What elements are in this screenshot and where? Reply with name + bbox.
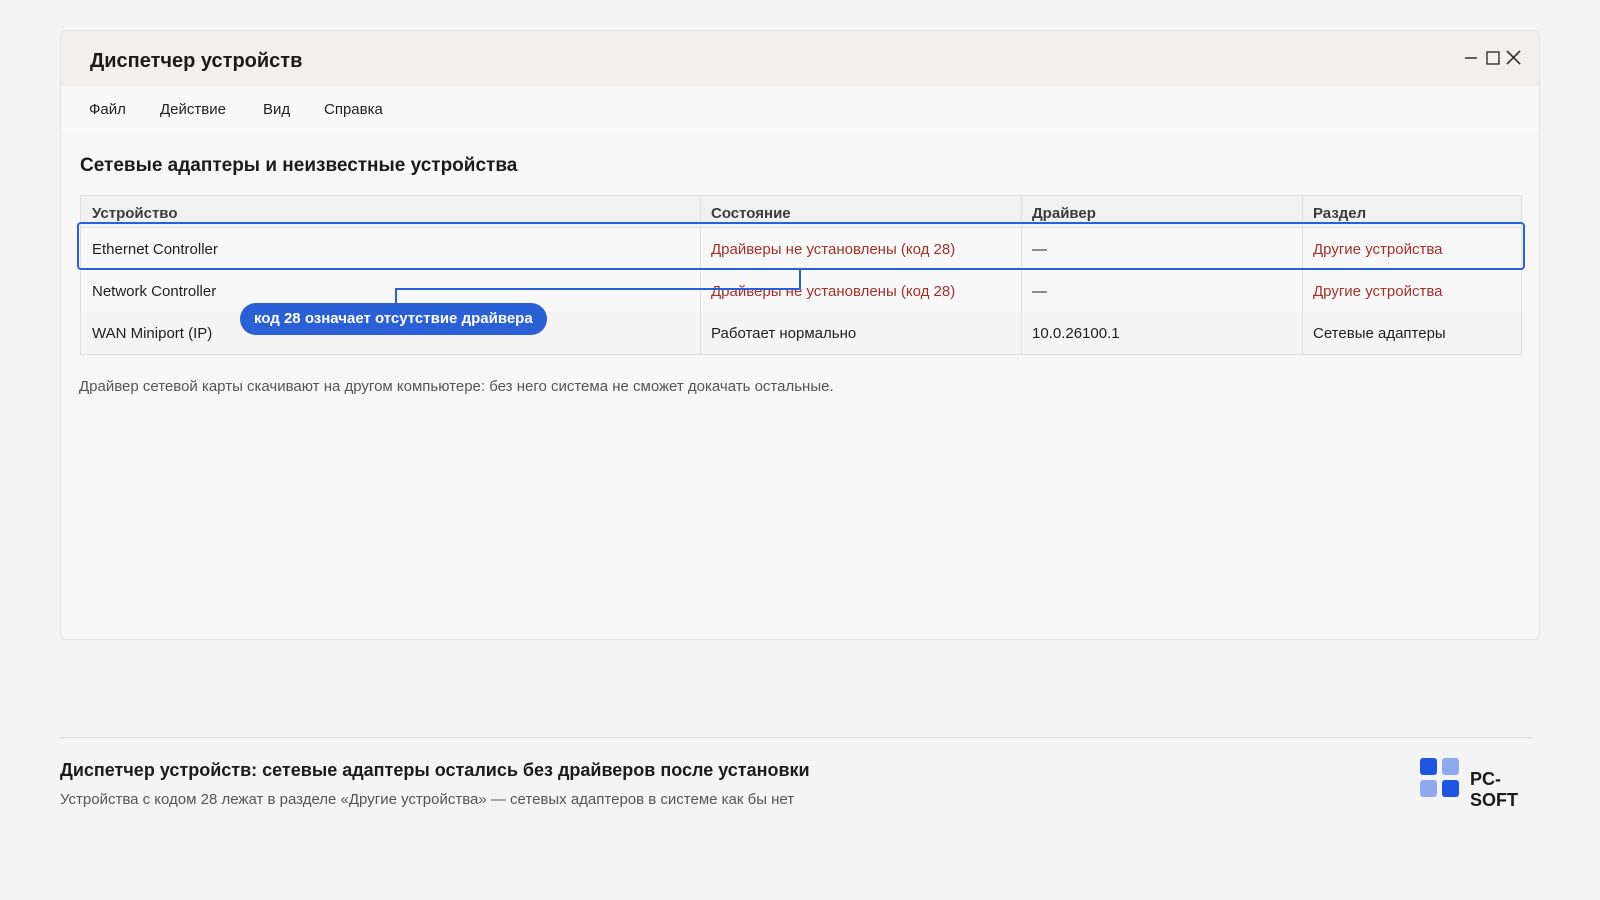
- menu-file[interactable]: Файл: [89, 101, 126, 118]
- callout-label: код 28 означает отсутствие драйвера: [240, 303, 547, 335]
- footer-title: Диспетчер устройств: сетевые адаптеры ос…: [60, 760, 810, 780]
- maximize-button[interactable]: [1483, 47, 1505, 69]
- brand-name: PC-SOFT: [1470, 769, 1518, 810]
- menu-action[interactable]: Действие: [160, 101, 226, 118]
- footer-divider: [60, 737, 1532, 738]
- minimize-icon: [1465, 57, 1477, 59]
- cell-device: WAN Miniport (IP): [92, 325, 213, 342]
- cell-driver: —: [1032, 241, 1047, 258]
- close-button[interactable]: [1503, 47, 1525, 69]
- column-header-driver[interactable]: Драйвер: [1032, 205, 1096, 222]
- table-row-ethernet-controller[interactable]: Ethernet Controller Драйверы не установл…: [81, 228, 1521, 270]
- table-header: Устройство Состояние Драйвер Раздел: [81, 196, 1521, 228]
- menu-view[interactable]: Вид: [263, 101, 290, 118]
- cell-status-error: Драйверы не установлены (код 28): [711, 283, 956, 300]
- brand-logo-icon: [1420, 758, 1459, 797]
- column-header-device[interactable]: Устройство: [92, 205, 178, 222]
- cell-category: Другие устройства: [1313, 241, 1443, 258]
- cell-status-error: Драйверы не установлены (код 28): [711, 241, 956, 258]
- window-title: Диспетчер устройств: [90, 50, 303, 72]
- cell-status-ok: Работает нормально: [711, 325, 857, 342]
- cell-category: Сетевые адаптеры: [1313, 325, 1446, 342]
- menu-bar: Файл Действие Вид Справка: [61, 87, 1539, 133]
- column-header-category[interactable]: Раздел: [1313, 205, 1366, 222]
- cell-driver: 10.0.26100.1: [1032, 325, 1120, 342]
- minimize-button[interactable]: [1461, 47, 1483, 69]
- cell-driver: —: [1032, 283, 1047, 300]
- cell-device: Network Controller: [92, 283, 217, 300]
- help-note: Драйвер сетевой карты скачивают на друго…: [79, 378, 834, 395]
- close-icon: [1506, 50, 1521, 65]
- footer-subtitle: Устройства с кодом 28 лежат в разделе «Д…: [60, 791, 795, 808]
- cell-device: Ethernet Controller: [92, 241, 218, 258]
- device-manager-window: Диспетчер устройств Файл Действие Вид Сп…: [60, 30, 1540, 640]
- maximize-icon: [1486, 51, 1500, 65]
- section-title: Сетевые адаптеры и неизвестные устройств…: [80, 155, 518, 176]
- title-bar: Диспетчер устройств: [61, 31, 1539, 87]
- column-header-status[interactable]: Состояние: [711, 205, 791, 222]
- menu-help[interactable]: Справка: [324, 101, 383, 118]
- cell-category: Другие устройства: [1313, 283, 1443, 300]
